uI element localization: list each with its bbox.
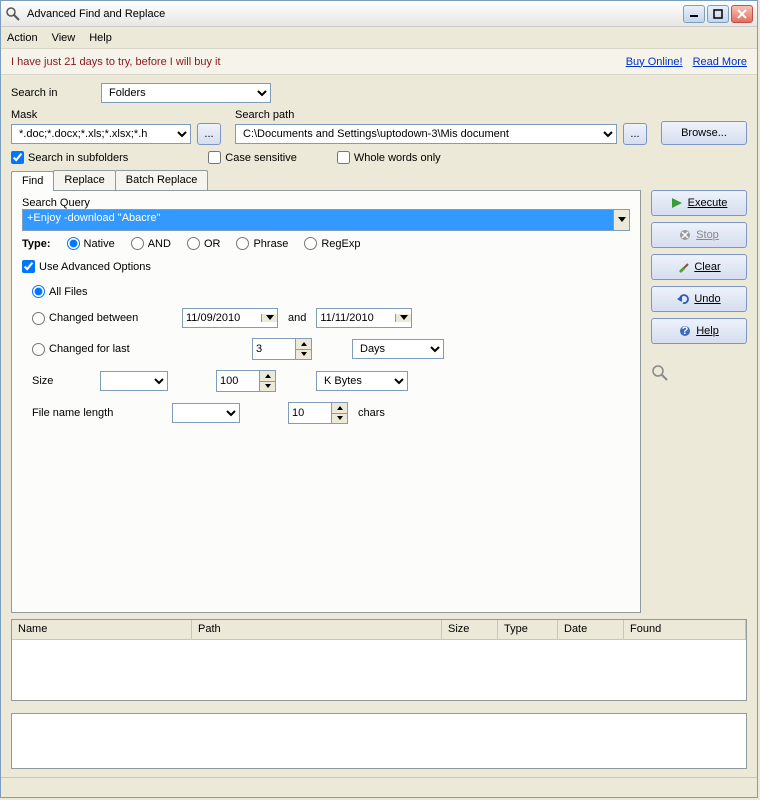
mask-input[interactable]: *.doc;*.docx;*.xls;*.xlsx;*.h — [11, 124, 191, 144]
size-unit-select[interactable]: K Bytes — [316, 371, 408, 391]
col-name[interactable]: Name — [12, 620, 192, 639]
date-from-input[interactable] — [182, 308, 278, 328]
window-title: Advanced Find and Replace — [27, 8, 683, 20]
mask-more-button[interactable]: ... — [197, 123, 221, 145]
search-path-label: Search path — [235, 109, 647, 121]
trial-message: I have just 21 days to try, before I wil… — [11, 56, 616, 68]
and-label: and — [288, 312, 306, 324]
col-path[interactable]: Path — [192, 620, 442, 639]
fname-op-select[interactable] — [172, 403, 240, 423]
window-controls — [683, 5, 753, 23]
preview-pane — [11, 713, 747, 769]
case-sensitive-checkbox[interactable]: Case sensitive — [208, 151, 297, 164]
path-more-button[interactable]: ... — [623, 123, 647, 145]
col-found[interactable]: Found — [624, 620, 746, 639]
chevron-up-icon[interactable] — [260, 371, 275, 382]
chevron-down-icon[interactable] — [260, 382, 275, 392]
maximize-button[interactable] — [707, 5, 729, 23]
undo-icon — [677, 293, 689, 305]
menu-view[interactable]: View — [52, 32, 76, 44]
menu-help[interactable]: Help — [89, 32, 112, 44]
subfolders-checkbox[interactable]: Search in subfolders — [11, 151, 128, 164]
advanced-options-checkbox[interactable]: Use Advanced Options — [22, 260, 630, 273]
search-in-select[interactable]: Folders — [101, 83, 271, 103]
fname-n-stepper[interactable] — [288, 402, 348, 424]
statusbar — [1, 777, 757, 797]
chevron-up-icon[interactable] — [332, 403, 347, 414]
last-unit-select[interactable]: Days — [352, 339, 444, 359]
tab-find[interactable]: Find — [11, 171, 54, 191]
chevron-down-icon[interactable] — [613, 210, 629, 230]
magnifier-icon[interactable] — [651, 364, 747, 382]
type-native-radio[interactable]: Native — [67, 237, 115, 250]
browse-button[interactable]: Browse... — [661, 121, 747, 145]
stop-icon — [679, 229, 691, 241]
action-panel: Execute Stop Clear Undo ? Help — [651, 170, 747, 613]
changed-between-radio[interactable]: Changed between — [32, 312, 172, 325]
search-query-label: Search Query — [22, 197, 90, 209]
clear-button[interactable]: Clear — [651, 254, 747, 280]
search-path-input[interactable]: C:\Documents and Settings\uptodown-3\Mis… — [235, 124, 617, 144]
play-icon — [671, 197, 683, 209]
size-label: Size — [32, 375, 90, 387]
trial-bar: I have just 21 days to try, before I wil… — [1, 49, 757, 75]
help-button[interactable]: ? Help — [651, 318, 747, 344]
changed-last-radio[interactable]: Changed for last — [32, 343, 172, 356]
type-or-radio[interactable]: OR — [187, 237, 221, 250]
menu-action[interactable]: Action — [7, 32, 38, 44]
all-files-radio[interactable]: All Files — [32, 285, 630, 298]
stop-button[interactable]: Stop — [651, 222, 747, 248]
search-query-input[interactable]: +Enjoy -download "Abacre" — [22, 209, 630, 231]
results-table: Name Path Size Type Date Found — [11, 619, 747, 701]
chevron-down-icon[interactable] — [261, 314, 277, 322]
tabs: Find Replace Batch Replace — [11, 170, 641, 190]
titlebar: Advanced Find and Replace — [1, 1, 757, 27]
size-n-stepper[interactable] — [216, 370, 276, 392]
broom-icon — [677, 261, 689, 273]
tab-replace[interactable]: Replace — [53, 170, 115, 190]
date-to-input[interactable] — [316, 308, 412, 328]
type-phrase-radio[interactable]: Phrase — [236, 237, 288, 250]
chevron-down-icon[interactable] — [296, 350, 311, 360]
help-icon: ? — [679, 325, 691, 337]
last-n-stepper[interactable] — [252, 338, 312, 360]
col-type[interactable]: Type — [498, 620, 558, 639]
chevron-up-icon[interactable] — [296, 339, 311, 350]
col-date[interactable]: Date — [558, 620, 624, 639]
minimize-button[interactable] — [683, 5, 705, 23]
type-label: Type: — [22, 238, 51, 250]
size-op-select[interactable] — [100, 371, 168, 391]
close-button[interactable] — [731, 5, 753, 23]
type-and-radio[interactable]: AND — [131, 237, 171, 250]
tab-batch-replace[interactable]: Batch Replace — [115, 170, 209, 190]
col-size[interactable]: Size — [442, 620, 498, 639]
svg-text:?: ? — [682, 325, 689, 337]
read-more-link[interactable]: Read More — [693, 56, 747, 68]
app-window: Advanced Find and Replace Action View He… — [0, 0, 758, 798]
whole-words-checkbox[interactable]: Whole words only — [337, 151, 441, 164]
chars-label: chars — [358, 407, 385, 419]
menubar: Action View Help — [1, 27, 757, 49]
app-icon — [5, 6, 21, 22]
buy-online-link[interactable]: Buy Online! — [626, 56, 683, 68]
content: Search in Folders Mask *.doc;*.docx;*.xl… — [1, 75, 757, 777]
mask-label: Mask — [11, 109, 221, 121]
chevron-down-icon[interactable] — [332, 414, 347, 424]
fname-label: File name length — [32, 407, 162, 419]
execute-button[interactable]: Execute — [651, 190, 747, 216]
undo-button[interactable]: Undo — [651, 286, 747, 312]
tab-panel-find: Search Query +Enjoy -download "Abacre" T… — [11, 190, 641, 613]
chevron-down-icon[interactable] — [395, 314, 411, 322]
type-regexp-radio[interactable]: RegExp — [304, 237, 360, 250]
search-in-label: Search in — [11, 87, 93, 99]
